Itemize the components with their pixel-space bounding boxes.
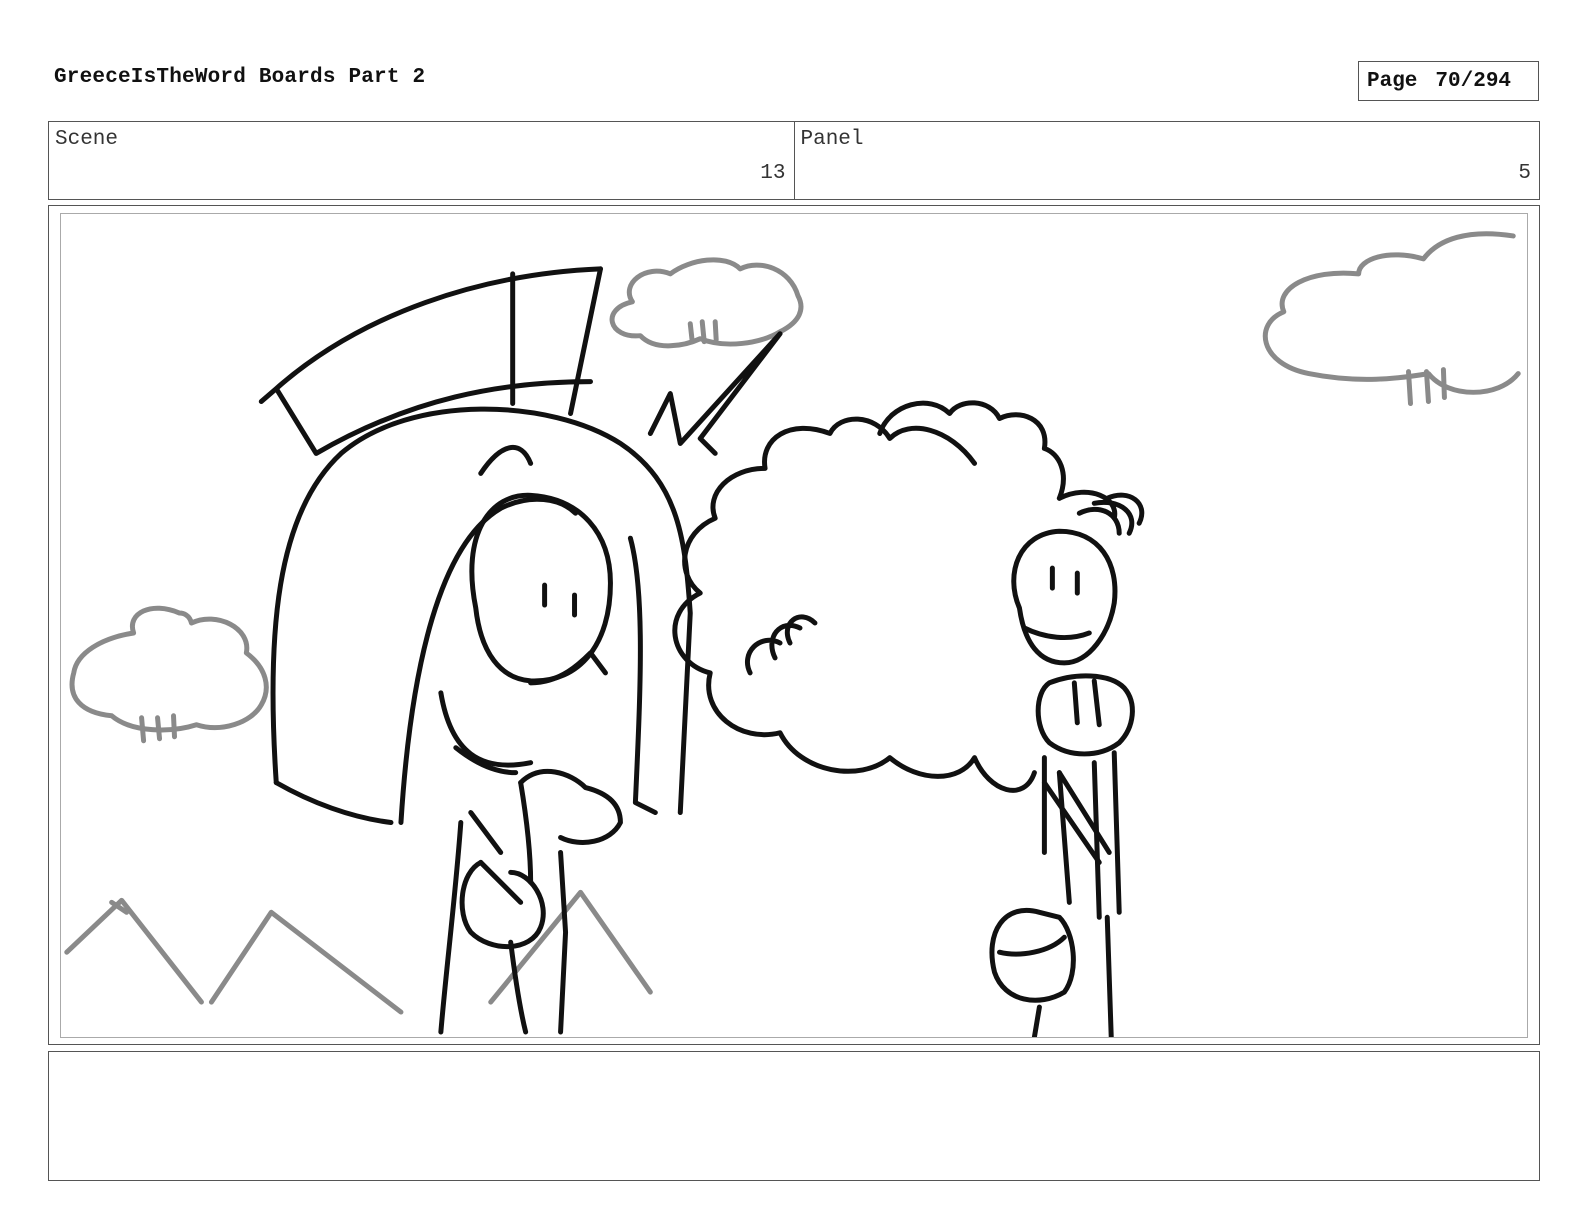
hair-cloud	[672, 416, 1037, 793]
panel-number: 5	[1518, 162, 1531, 185]
panel-label: Panel	[800, 128, 864, 151]
body-left	[438, 820, 464, 1035]
hand-chin	[518, 769, 623, 845]
cloud-top-middle	[609, 257, 804, 349]
scene-cell: Scene 13	[49, 122, 794, 199]
hair-top-curls	[877, 400, 1066, 501]
zigzag-mark	[647, 331, 783, 456]
character-curly-hair-figure	[672, 400, 1145, 1037]
storyboard-drawing-area	[60, 213, 1528, 1038]
brow-left	[478, 445, 534, 476]
scene-label: Scene	[55, 128, 119, 151]
cloud-left	[69, 605, 269, 744]
beard-hands	[1035, 673, 1135, 757]
page-number: 70/294	[1435, 69, 1512, 93]
hair-right-curls	[1056, 489, 1145, 536]
hair-inner-left	[398, 496, 579, 826]
eye-pupils	[542, 582, 578, 618]
crest-spikes	[510, 266, 603, 417]
hair-inner-right	[627, 535, 658, 816]
hair-left-curls	[745, 614, 818, 676]
nose-mouth	[438, 650, 608, 768]
hand-fingers	[1071, 678, 1102, 728]
panel-cell: Panel 5	[793, 122, 1540, 199]
body-right	[558, 849, 569, 1035]
document-title: GreeceIsTheWord Boards Part 2	[54, 66, 426, 89]
storyboard-panel-frame	[48, 205, 1540, 1045]
hair-back	[273, 780, 394, 826]
robe-fold	[468, 810, 524, 905]
helmet-crest	[258, 266, 603, 456]
page-label: Page	[1367, 69, 1418, 93]
satchel-flap	[997, 934, 1067, 957]
panel-notes-box	[48, 1051, 1540, 1181]
body-tail	[508, 939, 529, 1035]
scene-number: 13	[760, 162, 786, 185]
page-indicator: Page 70/294	[1358, 61, 1539, 101]
scene-panel-info: Scene 13 Panel 5	[48, 121, 1540, 200]
storyboard-sketch	[64, 231, 1521, 1037]
face-eyes	[1049, 565, 1080, 596]
cloud-top-right	[1262, 231, 1521, 407]
face-outline	[1011, 528, 1118, 666]
character-helmet-figure	[258, 266, 783, 1035]
arm-line	[518, 780, 534, 885]
face-mouth	[1021, 625, 1092, 640]
